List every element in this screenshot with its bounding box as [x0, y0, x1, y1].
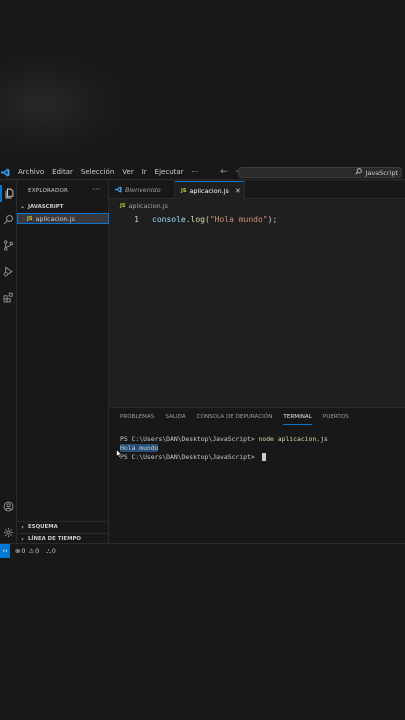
explorer-header: EXPLORADOR: [28, 188, 69, 194]
tab-bienvenido[interactable]: Bienvenido: [109, 181, 175, 199]
menu-editar[interactable]: Editar: [48, 168, 77, 176]
tab-consola-depuracion[interactable]: CONSOLA DE DEPURACIÓN: [197, 414, 273, 425]
warning-icon: ⚠: [28, 547, 35, 555]
tab-puertos[interactable]: PUERTOS: [323, 414, 349, 425]
status-ports[interactable]: ⛬ 0: [46, 547, 56, 556]
explorer-sidebar: EXPLORADOR ··· ⌄ JAVASCRIPT JS aplicacio…: [17, 181, 109, 543]
explorer-more-button[interactable]: ···: [92, 185, 100, 194]
back-arrow-icon[interactable]: ←: [216, 167, 232, 177]
video-top-background: [0, 0, 405, 165]
extensions-icon[interactable]: [0, 289, 17, 306]
terminal-line-3[interactable]: PS C:\Users\DAN\Desktop\JavaScript>: [120, 453, 266, 461]
menu-ir[interactable]: Ir: [138, 168, 151, 176]
breadcrumb[interactable]: JS aplicacion.js: [120, 202, 168, 210]
gear-icon[interactable]: [0, 524, 17, 541]
terminal-panel: PROBLEMAS SALIDA CONSOLA DE DEPURACIÓN T…: [109, 407, 405, 543]
tab-label: aplicacion.js: [189, 186, 229, 195]
search-icon: [355, 168, 363, 177]
status-warnings[interactable]: ⚠ 0: [28, 547, 39, 555]
vscode-logo-icon: [0, 167, 10, 177]
source-control-icon[interactable]: [0, 237, 17, 254]
vscode-window: Archivo Editar Selección Ver Ir Ejecutar…: [0, 165, 405, 558]
menu-ejecutar[interactable]: Ejecutar: [151, 168, 188, 176]
outline-section[interactable]: › ESQUEMA: [17, 521, 109, 532]
file-aplicacion-js[interactable]: JS aplicacion.js: [17, 213, 109, 224]
tab-label: Bienvenido: [125, 186, 161, 194]
menu-seleccion[interactable]: Selección: [77, 168, 118, 176]
terminal-prompt: PS C:\Users\DAN\Desktop\JavaScript>: [120, 435, 259, 443]
breadcrumb-file: aplicacion.js: [128, 202, 168, 210]
menu-archivo[interactable]: Archivo: [14, 168, 48, 176]
errors-count: 0: [21, 547, 26, 555]
timeline-label: LÍNEA DE TIEMPO: [28, 536, 81, 542]
terminal-command: node aplicacion.js: [258, 435, 328, 443]
command-center-search[interactable]: JavaScript: [238, 167, 402, 178]
ports-count: 0: [51, 547, 56, 555]
warnings-count: 0: [35, 547, 40, 555]
tab-aplicacion-js[interactable]: JS aplicacion.js ✕: [175, 181, 245, 199]
chevron-right-icon: ›: [21, 523, 24, 531]
terminal-cursor: [261, 453, 266, 461]
token-close: );: [267, 214, 278, 224]
js-file-icon: JS: [120, 203, 126, 209]
js-file-icon: JS: [27, 215, 33, 222]
close-icon[interactable]: ✕: [235, 187, 241, 195]
command-center-label: JavaScript: [365, 168, 398, 177]
terminal-output: Hola mundo: [120, 444, 159, 452]
account-icon[interactable]: [0, 498, 17, 515]
token-string: "Hola mundo": [209, 214, 268, 224]
status-bar: ›‹ ⊗ 0 ⚠ 0 ⛬ 0: [0, 543, 405, 558]
title-bar: Archivo Editar Selección Ver Ir Ejecutar…: [0, 165, 405, 180]
editor-tabs: Bienvenido JS aplicacion.js ✕: [109, 181, 405, 199]
tab-salida[interactable]: SALIDA: [165, 414, 185, 425]
video-bottom-background: [0, 558, 405, 720]
mouse-cursor-icon: [116, 449, 122, 458]
terminal-line-1[interactable]: PS C:\Users\DAN\Desktop\JavaScript> node…: [120, 435, 328, 443]
remote-indicator-icon[interactable]: ›‹: [0, 543, 10, 558]
code-text: console.log("Hola mundo");: [152, 215, 277, 224]
chevron-right-icon: ›: [21, 535, 24, 543]
error-icon: ⊗: [15, 547, 21, 555]
token-function: log: [190, 214, 205, 224]
vscode-small-icon: [115, 185, 122, 195]
folder-label: JAVASCRIPT: [28, 203, 64, 210]
tab-terminal[interactable]: TERMINAL: [283, 414, 312, 425]
tab-problemas[interactable]: PROBLEMAS: [120, 414, 154, 425]
terminal-line-2[interactable]: Hola mundo: [120, 444, 159, 452]
outline-label: ESQUEMA: [28, 524, 58, 530]
code-line-1[interactable]: 1 console.log("Hola mundo");: [109, 213, 405, 225]
line-number: 1: [134, 214, 139, 224]
folder-javascript[interactable]: ⌄ JAVASCRIPT: [17, 201, 109, 212]
activity-bar: [0, 181, 17, 543]
status-errors[interactable]: ⊗ 0: [15, 547, 25, 555]
terminal-prompt: PS C:\Users\DAN\Desktop\JavaScript>: [120, 453, 259, 461]
chevron-down-icon: ⌄: [19, 203, 26, 210]
search-sidebar-icon[interactable]: [0, 211, 17, 228]
ports-icon: ⛬: [46, 546, 51, 555]
explorer-icon[interactable]: [0, 185, 17, 202]
token-object: console: [152, 214, 186, 224]
menu-more[interactable]: ···: [188, 168, 203, 176]
run-debug-icon[interactable]: [0, 263, 17, 280]
panel-tabs: PROBLEMAS SALIDA CONSOLA DE DEPURACIÓN T…: [120, 414, 360, 425]
menu-ver[interactable]: Ver: [118, 168, 137, 176]
js-file-icon: JS: [181, 187, 187, 194]
file-label: aplicacion.js: [35, 214, 75, 223]
